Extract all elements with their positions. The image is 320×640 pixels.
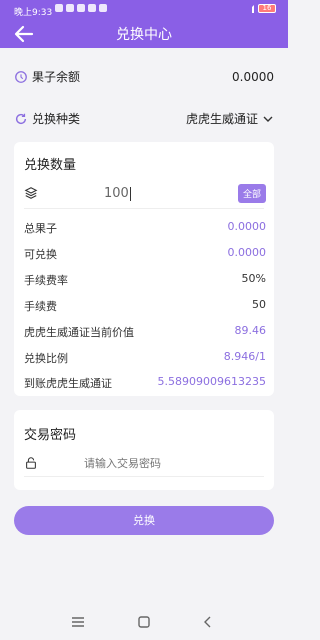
amount-card: 兑换数量 100 全部 总果子 0.0000 可兑换 0.0000 手续费率 50% 手续费… — [14, 142, 274, 396]
gear-circle-icon — [15, 70, 27, 83]
status-bar: 晚上9:33 16 — [0, 0, 288, 20]
amount-row: 100 全部 — [24, 184, 266, 206]
stat-value: 8.946/1 — [223, 350, 266, 363]
balance-label: 果子余额 — [32, 70, 81, 84]
amount-title: 兑换数量 — [24, 158, 77, 173]
refresh-icon — [15, 113, 27, 124]
notification-icons — [55, 4, 107, 12]
app-header: 晚上9:33 16 兑换中心 — [0, 0, 288, 48]
status-time: 晚上9:33 — [14, 8, 53, 18]
stat-row: 到账虎虎生威通证 5.58909009613235 — [24, 375, 266, 391]
title-row: 兑换中心 — [0, 20, 288, 48]
chevron-down-icon — [263, 116, 273, 122]
divider — [24, 476, 264, 477]
stat-row: 兑换比例 8.946/1 — [24, 350, 266, 366]
menu-icon[interactable] — [70, 614, 86, 630]
password-input[interactable] — [84, 452, 264, 474]
page-title: 兑换中心 — [116, 27, 172, 43]
all-button[interactable]: 全部 — [237, 184, 266, 203]
exchange-type-label: 兑换种类 — [32, 112, 81, 126]
stat-value: 5.58909009613235 — [157, 375, 266, 388]
stat-row: 总果子 0.0000 — [24, 220, 266, 236]
battery-icon: 16 — [258, 4, 276, 13]
stat-row: 可兑换 0.0000 — [24, 246, 266, 262]
stat-value: 0.0000 — [227, 220, 267, 233]
stat-value: 0.0000 — [227, 246, 267, 259]
stat-label: 手续费率 — [24, 274, 68, 287]
home-icon[interactable] — [136, 614, 152, 630]
stat-row: 手续费率 50% — [24, 272, 266, 288]
exchange-button[interactable]: 兑换 — [14, 506, 274, 535]
layers-icon — [24, 187, 38, 199]
signal-icon — [246, 4, 254, 13]
lock-icon — [26, 457, 36, 469]
stat-value: 89.46 — [234, 324, 267, 337]
stat-value: 50 — [252, 298, 266, 311]
stat-row: 虎虎生威通证当前价值 89.46 — [24, 324, 266, 340]
balance-value: 0.0000 — [232, 69, 274, 84]
stat-label: 兑换比例 — [24, 352, 68, 365]
stat-label: 手续费 — [24, 300, 57, 313]
amount-value: 100 — [104, 186, 129, 201]
divider — [24, 208, 264, 209]
stat-row: 手续费 50 — [24, 298, 266, 314]
stat-label: 到账虎虎生威通证 — [24, 377, 112, 390]
amount-input[interactable]: 100 — [104, 186, 131, 201]
stat-label: 虎虎生威通证当前价值 — [24, 326, 134, 339]
exchange-type-value: 虎虎生威通证 — [185, 112, 258, 126]
stat-label: 总果子 — [24, 222, 57, 235]
password-title: 交易密码 — [24, 428, 77, 443]
password-row — [24, 452, 266, 476]
exchange-type-select[interactable]: 兑换种类 虎虎生威通证 — [14, 110, 274, 127]
stat-label: 可兑换 — [24, 248, 57, 261]
status-right: 16 — [246, 4, 276, 13]
password-card: 交易密码 — [14, 410, 274, 490]
back-nav-icon[interactable] — [200, 614, 216, 630]
stat-value: 50% — [241, 272, 266, 285]
balance-row: 果子余额 0.0000 — [14, 68, 274, 85]
system-nav-bar — [0, 604, 288, 640]
